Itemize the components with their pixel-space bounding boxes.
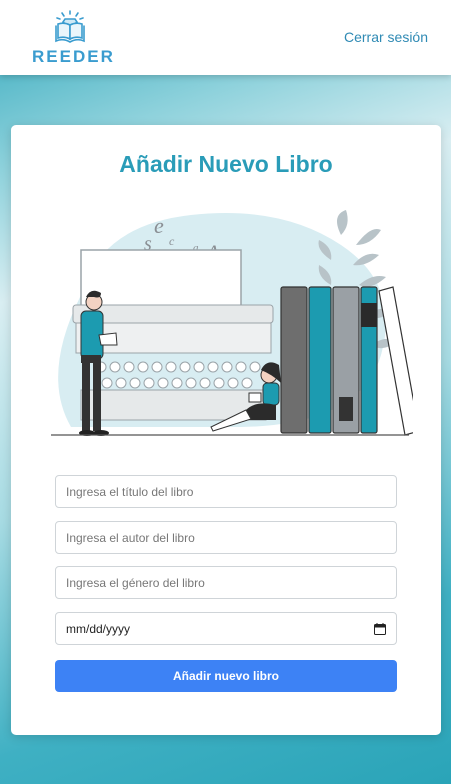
- logout-link[interactable]: Cerrar sesión: [344, 29, 428, 45]
- logo-text: REEDER: [32, 47, 115, 66]
- top-navbar: REEDER Cerrar sesión: [0, 0, 451, 75]
- svg-text:c: c: [169, 234, 175, 248]
- reading-books-illustration: a A a s e c g o e t y S y c A a: [51, 210, 413, 436]
- book-genre-input[interactable]: [55, 566, 397, 599]
- page-title: Añadir Nuevo Libro: [119, 151, 333, 177]
- add-book-card: Añadir Nuevo Libro a A a s e c g o e t y…: [11, 125, 441, 735]
- svg-text:e: e: [154, 213, 164, 238]
- book-title-input[interactable]: [55, 475, 397, 508]
- date-value: mm/dd/yyyy: [66, 621, 131, 636]
- publication-date-input[interactable]: mm/dd/yyyy: [55, 612, 397, 645]
- book-author-input[interactable]: [55, 521, 397, 554]
- add-book-button[interactable]: Añadir nuevo libro: [55, 660, 397, 692]
- calendar-icon[interactable]: [374, 622, 386, 635]
- reeder-logo[interactable]: REEDER: [30, 10, 115, 66]
- book-diamond-icon: [55, 10, 85, 43]
